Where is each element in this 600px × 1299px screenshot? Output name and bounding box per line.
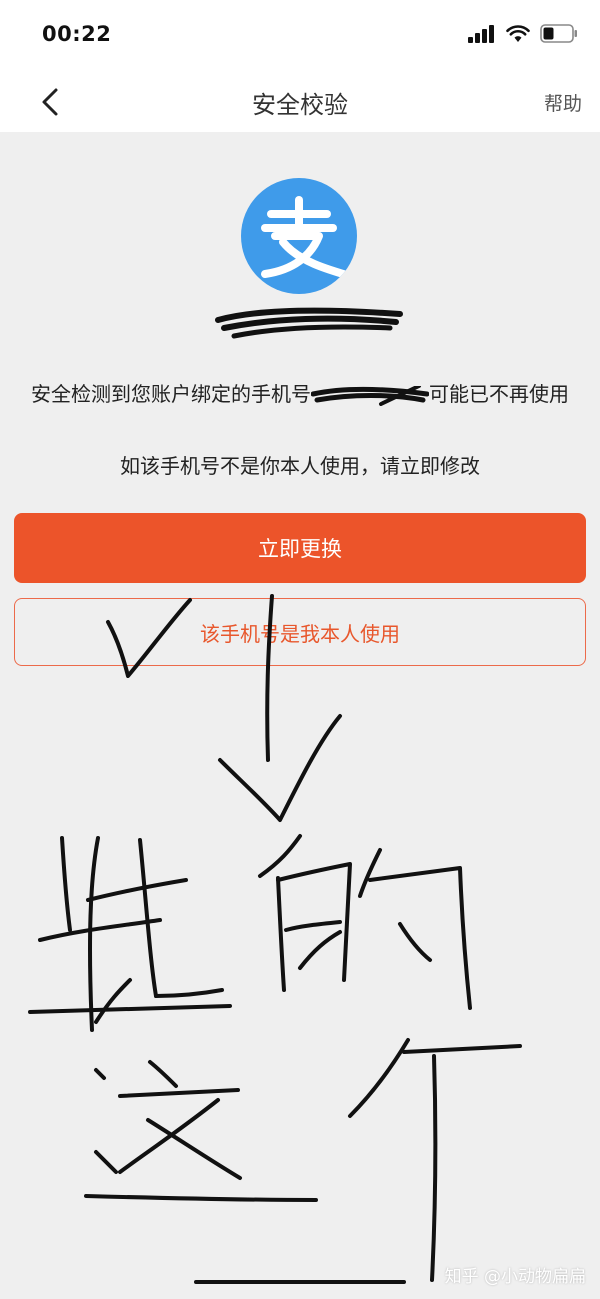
- status-bar: 00:22: [0, 0, 600, 70]
- wifi-icon: [506, 24, 530, 42]
- redacted-phone-number: [311, 385, 429, 406]
- status-time: 00:22: [42, 22, 112, 46]
- change-now-button[interactable]: 立即更换: [14, 513, 586, 583]
- warning-text-line2: 如该手机号不是你本人使用，请立即修改: [120, 454, 480, 478]
- warning-text-after: 可能已不再使用: [429, 382, 569, 406]
- help-link[interactable]: 帮助: [544, 89, 582, 116]
- nav-bar: 安全校验 帮助: [0, 70, 600, 132]
- redacted-account: [215, 307, 403, 339]
- confirm-own-number-button[interactable]: 该手机号是我本人使用: [14, 598, 586, 666]
- watermark: 知乎 @小动物扁扁: [444, 1267, 586, 1287]
- alipay-logo-icon: [241, 178, 357, 294]
- warning-text-before: 安全检测到您账户绑定的手机号: [31, 382, 311, 406]
- signal-icon: [468, 24, 494, 43]
- battery-icon: [540, 24, 577, 43]
- main-content: 安全检测到您账户绑定的手机号 可能已不再使用 如该手机号不是你本人使用，请立即修…: [0, 132, 600, 1299]
- warning-text: 安全检测到您账户绑定的手机号 可能已不再使用: [0, 378, 600, 411]
- status-icons: [468, 24, 578, 43]
- page-title: 安全校验: [252, 91, 348, 119]
